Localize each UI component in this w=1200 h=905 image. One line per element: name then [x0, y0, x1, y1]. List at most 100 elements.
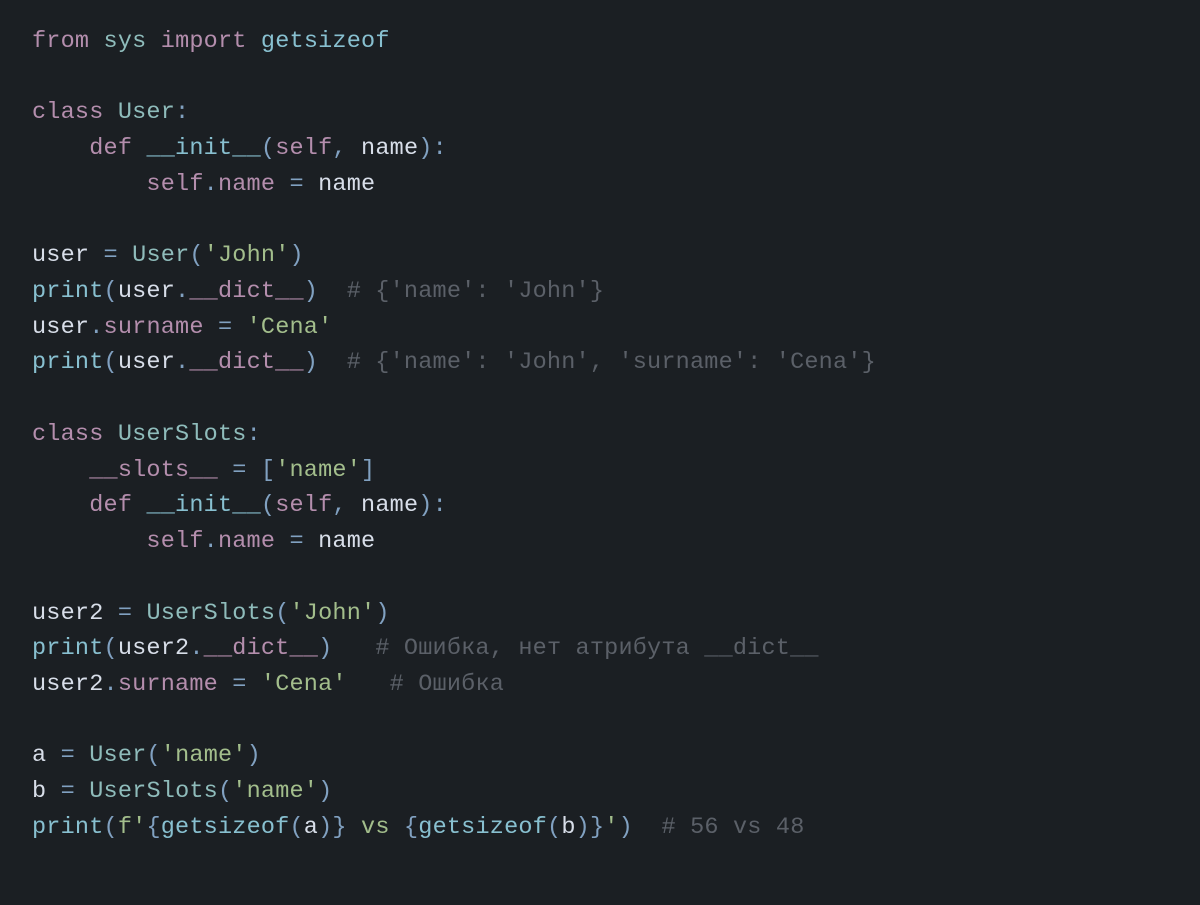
code-token: [75, 742, 89, 769]
code-token: .: [175, 349, 189, 376]
code-token: __dict__: [204, 635, 318, 662]
code-token: [247, 457, 261, 484]
code-token: [247, 28, 261, 55]
code-token: =: [232, 671, 246, 698]
code-token: UserSlots: [118, 421, 247, 448]
code-token: __init__: [146, 492, 260, 519]
code-token: [104, 99, 118, 126]
code-token: User: [89, 742, 146, 769]
code-token: user: [118, 278, 175, 305]
code-token: ): [576, 814, 590, 841]
code-token: (: [104, 635, 118, 662]
code-token: ): [418, 135, 432, 162]
code-token: [32, 135, 89, 162]
code-token: =: [289, 528, 303, 555]
code-token: }: [332, 814, 346, 841]
code-token: =: [104, 242, 118, 269]
code-token: def: [89, 135, 132, 162]
code-token: ): [375, 600, 389, 627]
code-line: b = UserSlots('name'): [32, 778, 332, 805]
code-token: self: [146, 528, 203, 555]
code-token: [318, 278, 347, 305]
code-block: from sys import getsizeof class User: de…: [0, 0, 1200, 870]
code-token: (: [189, 242, 203, 269]
code-token: 'John': [204, 242, 290, 269]
code-line: print(user.__dict__) # {'name': 'John'}: [32, 278, 604, 305]
code-token: [275, 528, 289, 555]
code-token: # 56 vs 48: [661, 814, 804, 841]
code-token: self: [146, 171, 203, 198]
code-token: ): [418, 492, 432, 519]
code-token: name: [318, 528, 375, 555]
code-token: User: [118, 99, 175, 126]
code-token: (: [261, 135, 275, 162]
code-line: user2.surname = 'Cena' # Ошибка: [32, 671, 504, 698]
code-line: self.name = name: [32, 528, 375, 555]
code-token: }: [590, 814, 604, 841]
code-line: user2 = UserSlots('John'): [32, 600, 390, 627]
code-token: (: [275, 600, 289, 627]
code-token: ): [318, 814, 332, 841]
code-token: ): [304, 278, 318, 305]
code-token: =: [118, 600, 132, 627]
code-token: [146, 28, 160, 55]
code-token: 'Cena': [247, 314, 333, 341]
code-token: getsizeof: [161, 814, 290, 841]
code-token: user: [32, 314, 89, 341]
code-line: def __init__(self, name):: [32, 135, 447, 162]
code-token: [304, 171, 318, 198]
code-token: a: [32, 742, 46, 769]
code-token: user2: [32, 671, 104, 698]
code-token: ,: [332, 135, 346, 162]
code-token: (: [146, 742, 160, 769]
code-token: (: [547, 814, 561, 841]
code-token: [347, 492, 361, 519]
code-token: (: [104, 814, 118, 841]
code-token: .: [104, 671, 118, 698]
code-token: print: [32, 635, 104, 662]
code-token: from: [32, 28, 89, 55]
code-token: :: [433, 492, 447, 519]
code-line: __slots__ = ['name']: [32, 457, 375, 484]
code-token: class: [32, 421, 104, 448]
code-token: =: [232, 457, 246, 484]
code-token: # Ошибка: [390, 671, 504, 698]
code-token: .: [175, 278, 189, 305]
code-token: [347, 135, 361, 162]
code-token: # {'name': 'John'}: [347, 278, 604, 305]
code-line: from sys import getsizeof: [32, 28, 390, 55]
code-token: [32, 528, 146, 555]
code-line: print(user2.__dict__) # Ошибка, нет атри…: [32, 635, 819, 662]
code-token: [104, 600, 118, 627]
code-token: [633, 814, 662, 841]
code-token: [218, 671, 232, 698]
code-token: ): [290, 242, 304, 269]
code-line: print(user.__dict__) # {'name': 'John', …: [32, 349, 876, 376]
code-token: b: [32, 778, 46, 805]
code-token: # {'name': 'John', 'surname': 'Cena'}: [347, 349, 876, 376]
code-token: user: [32, 242, 89, 269]
code-line: def __init__(self, name):: [32, 492, 447, 519]
code-token: [46, 778, 60, 805]
code-token: ': [604, 814, 618, 841]
code-token: (: [261, 492, 275, 519]
code-token: ): [619, 814, 633, 841]
code-token: class: [32, 99, 104, 126]
code-token: [: [261, 457, 275, 484]
code-token: vs: [347, 814, 404, 841]
code-token: [118, 242, 132, 269]
code-token: print: [32, 349, 104, 376]
code-token: [318, 349, 347, 376]
code-token: user: [118, 349, 175, 376]
code-token: [247, 671, 261, 698]
code-token: [75, 778, 89, 805]
code-token: a: [304, 814, 318, 841]
code-token: getsizeof: [418, 814, 547, 841]
code-token: name: [361, 135, 418, 162]
code-token: name: [218, 171, 275, 198]
code-token: .: [89, 314, 103, 341]
code-token: print: [32, 278, 104, 305]
code-token: import: [161, 28, 247, 55]
code-token: name: [318, 171, 375, 198]
code-token: User: [132, 242, 189, 269]
